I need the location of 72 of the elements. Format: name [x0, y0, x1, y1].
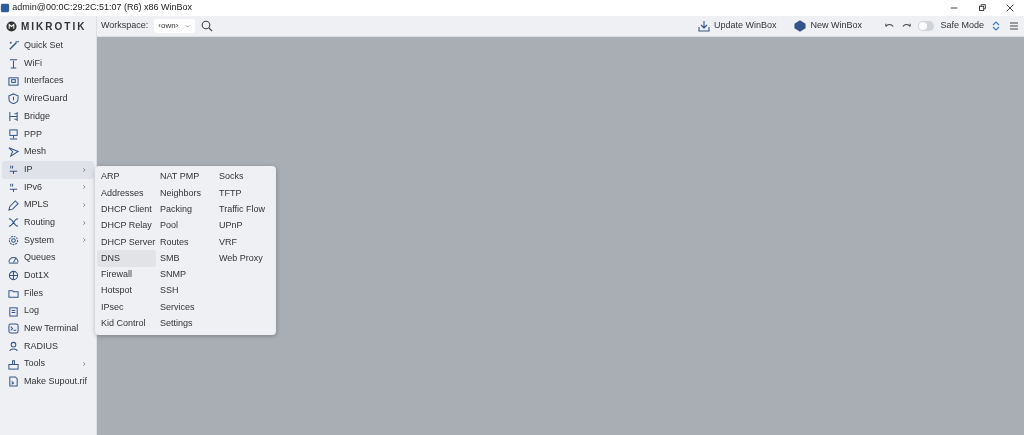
- menu-item[interactable]: Routes: [156, 234, 215, 251]
- sidebar-item[interactable]: WiFi: [2, 54, 94, 73]
- sidebar-item[interactable]: Dot1X: [2, 266, 94, 285]
- menu-item[interactable]: DNS: [97, 250, 156, 267]
- globe-icon: [8, 270, 19, 282]
- caret-icon: [184, 22, 192, 30]
- menu-item[interactable]: Firewall: [97, 266, 156, 284]
- sidebar-item[interactable]: MPLS: [2, 196, 94, 214]
- workspace-label: Workspace:: [101, 19, 149, 33]
- sidebar-item[interactable]: Make Supout.rif: [2, 373, 94, 391]
- menu-item[interactable]: DHCP Relay: [97, 217, 156, 235]
- new-winbox-button[interactable]: New WinBox: [788, 19, 868, 33]
- person-icon: [8, 341, 19, 353]
- bridge-icon: [8, 111, 19, 123]
- download-icon: [697, 20, 710, 32]
- app-icon: [0, 3, 10, 13]
- logo-text: MIKROTIK: [21, 20, 87, 34]
- menu-item[interactable]: UPnP: [215, 217, 274, 235]
- safe-mode-label: Safe Mode: [940, 19, 984, 33]
- workspace-dropdown[interactable]: ‹own›: [154, 19, 196, 33]
- menu-item[interactable]: TFTP: [215, 185, 274, 202]
- menu-item[interactable]: SMB: [156, 250, 215, 267]
- safe-mode-toggle[interactable]: [918, 21, 935, 31]
- menu-item[interactable]: NAT PMP: [156, 169, 215, 186]
- menu-icon[interactable]: [1008, 20, 1020, 32]
- shield-icon: [8, 93, 19, 105]
- search-icon[interactable]: [201, 20, 214, 32]
- sync-icon[interactable]: [990, 20, 1002, 32]
- menu-item[interactable]: Hotspot: [97, 283, 156, 300]
- sidebar-item[interactable]: Bridge: [2, 107, 94, 126]
- logo-icon: [6, 21, 17, 32]
- tag-icon: [8, 199, 19, 211]
- folder-icon: [8, 287, 19, 299]
- monitor-icon: [8, 128, 19, 140]
- menu-item[interactable]: Pool: [156, 217, 215, 235]
- menu-item[interactable]: DHCP Client: [97, 201, 156, 218]
- menu-item[interactable]: Kid Control: [97, 315, 156, 332]
- sidebar-item[interactable]: Quick Set: [2, 37, 94, 55]
- sidebar-item[interactable]: Mesh: [2, 143, 94, 161]
- sidebar-item[interactable]: Log: [2, 302, 94, 320]
- menu-item[interactable]: Traffic Flow: [215, 201, 274, 218]
- sidebar-item[interactable]: PPP: [2, 125, 94, 144]
- sidebar-item[interactable]: Files: [2, 284, 94, 303]
- menu-item[interactable]: DHCP Server: [97, 234, 156, 251]
- network-card-icon: [8, 75, 19, 87]
- menu-item[interactable]: SNMP: [156, 266, 215, 284]
- menu-item[interactable]: ARP: [97, 169, 156, 186]
- sidebar-item[interactable]: Tools: [2, 355, 94, 374]
- menu-item[interactable]: SSH: [156, 283, 215, 300]
- menu-item[interactable]: VRF: [215, 234, 274, 251]
- menu-item[interactable]: Neighbors: [156, 185, 215, 202]
- sidebar-item[interactable]: WireGuard: [2, 90, 94, 108]
- sidebar-item[interactable]: Routing: [2, 213, 94, 232]
- menu-item[interactable]: Settings: [156, 315, 215, 332]
- update-button[interactable]: Update WinBox: [691, 19, 783, 33]
- document-icon: [8, 376, 19, 388]
- menu-item[interactable]: Services: [156, 299, 215, 316]
- menu-item[interactable]: Web Proxy: [215, 250, 274, 267]
- menu-item[interactable]: IPsec: [97, 299, 156, 316]
- terminal-icon: [8, 323, 19, 335]
- menu-item[interactable]: Socks: [215, 169, 274, 186]
- sidebar-item[interactable]: New Terminal: [2, 320, 94, 338]
- menu-item[interactable]: Addresses: [97, 185, 156, 202]
- sidebar-item[interactable]: Queues: [2, 249, 94, 267]
- wand-icon: [8, 40, 19, 52]
- sidebar-item[interactable]: RADIUS: [2, 337, 94, 356]
- sidebar-item[interactable]: IPv6: [2, 178, 94, 197]
- sidebar-item[interactable]: IP: [2, 160, 94, 179]
- sidebar-item[interactable]: Interfaces: [2, 72, 94, 91]
- menu-item[interactable]: Packing: [156, 201, 215, 218]
- sidebar-item[interactable]: System: [2, 231, 94, 250]
- window-title: admin@00:0C:29:2C:51:07 (R6) x86 WinBox: [12, 1, 192, 15]
